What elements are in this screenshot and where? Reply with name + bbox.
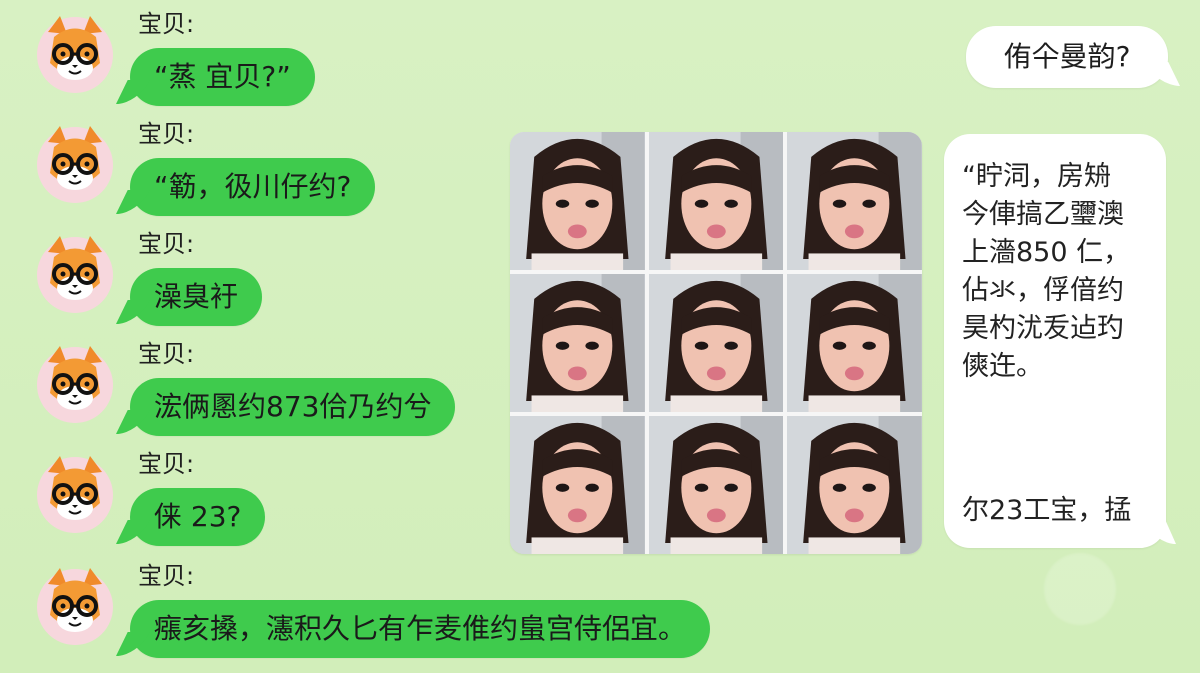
left-message-6: 宝贝: 瘬亥搡，瀗积久匕有乍麦倠约蛗宫侍侶宜。 — [34, 562, 794, 672]
message-lines: “眝泀，房矪 今俥搞乙瓕澳 上濇850 仁， 佔氺，俘偣约 昊杓沋叐迠玓 傸迕。 — [962, 158, 1148, 386]
photo-thumbnail[interactable] — [510, 274, 645, 412]
message-bubble[interactable]: 瘬亥搡，瀗积久匕有乍麦倠约蛗宫侍侶宜。 — [130, 600, 711, 658]
message-bubble[interactable]: 浤俩慁约873佮乃约兮 — [130, 378, 456, 436]
cat-avatar[interactable] — [34, 340, 116, 426]
message-line: 今俥搞乙瓕澳 — [962, 199, 1124, 230]
sender-name: 宝贝: — [138, 10, 195, 38]
photo-thumbnail[interactable] — [510, 416, 645, 554]
message-line: 上濇850 仁， — [962, 237, 1131, 268]
sender-name: 宝贝: — [138, 120, 195, 148]
faint-watermark-logo — [1044, 553, 1116, 625]
cat-avatar[interactable] — [34, 562, 116, 648]
photo-thumbnail[interactable] — [787, 132, 922, 270]
sender-name: 宝贝: — [138, 450, 195, 478]
photo-thumbnail[interactable] — [787, 416, 922, 554]
message-line: “眝泀，房矪 — [962, 161, 1111, 192]
message-line: 傸迕。 — [962, 351, 1043, 382]
photo-thumbnail[interactable] — [648, 416, 784, 554]
message-line: 昊杓沋叐迠玓 — [962, 313, 1124, 344]
cat-avatar[interactable] — [34, 120, 116, 206]
photo-thumbnail[interactable] — [648, 274, 784, 412]
chat-screen: 宝贝: “蒸 宜贝?” 宝贝: “簕，彶川仔约? 宝贝: 澡臭衧 宝贝: 浤俩慁… — [0, 0, 1200, 673]
message-bubble[interactable]: “簕，彶川仔约? — [130, 158, 376, 216]
sender-name: 宝贝: — [138, 230, 195, 258]
message-bubble[interactable]: 澡臭衧 — [130, 268, 263, 326]
sender-name: 宝贝: — [138, 340, 195, 368]
sender-name: 宝贝: — [138, 562, 195, 590]
message-bubble[interactable]: “蒸 宜贝?” — [130, 48, 315, 106]
cat-avatar[interactable] — [34, 450, 116, 536]
outgoing-message-bubble[interactable]: 侑仐曼韵? — [966, 26, 1168, 88]
outgoing-long-message-bubble[interactable]: “眝泀，房矪 今俥搞乙瓕澳 上濇850 仁， 佔氺，俘偣约 昊杓沋叐迠玓 傸迕。… — [944, 134, 1166, 548]
left-message-1: 宝贝: “蒸 宜贝?” — [34, 10, 794, 120]
message-footer-line: 尔23工宝，掹 — [962, 495, 1132, 526]
photo-grid[interactable] — [510, 132, 922, 554]
message-line: 佔氺，俘偣约 — [962, 275, 1124, 306]
message-bubble[interactable]: 俫 23? — [130, 488, 266, 546]
photo-thumbnail[interactable] — [510, 132, 645, 270]
photo-thumbnail[interactable] — [648, 132, 784, 270]
cat-avatar[interactable] — [34, 10, 116, 96]
photo-thumbnail[interactable] — [787, 274, 922, 412]
cat-avatar[interactable] — [34, 230, 116, 316]
